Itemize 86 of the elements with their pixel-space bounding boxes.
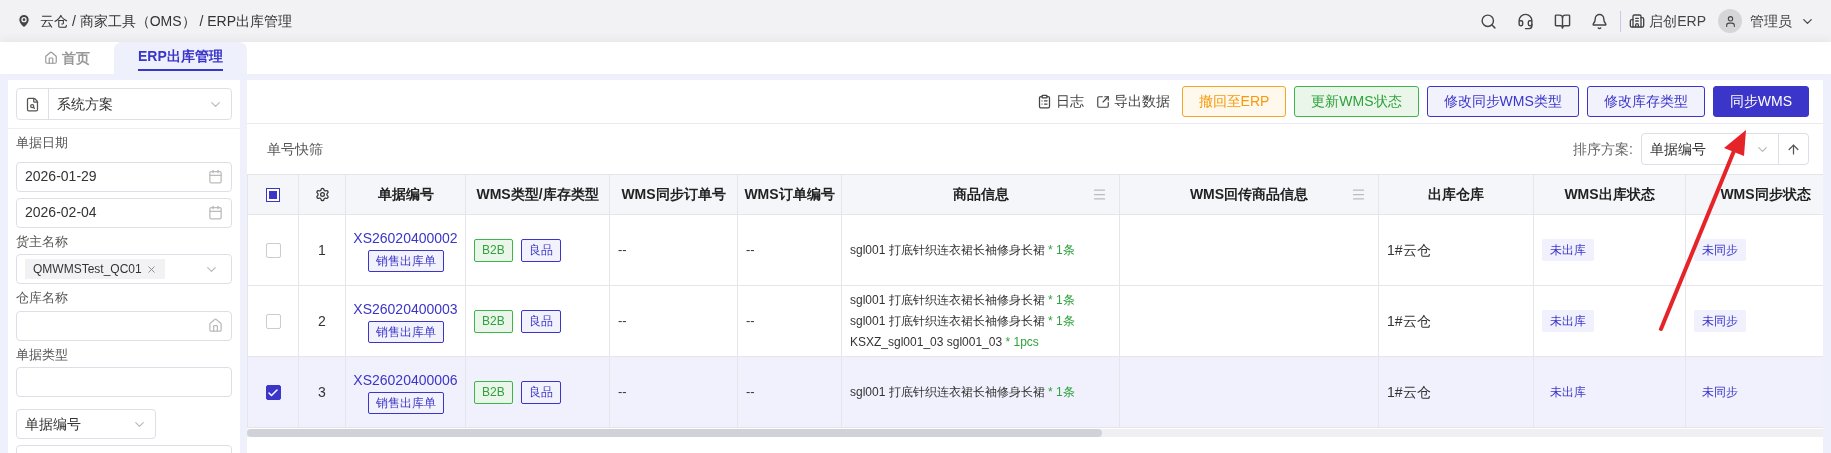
export-link[interactable]: 导出数据: [1095, 91, 1170, 112]
status-tag: 未同步: [1694, 239, 1746, 262]
row-index: 3: [318, 383, 326, 400]
table-cell: 1#云仓: [1387, 241, 1431, 258]
order-link[interactable]: XS26020400003: [353, 299, 458, 320]
status-tag: 未出库: [1542, 239, 1594, 262]
column-header: 出库仓库: [1428, 185, 1484, 204]
table-cell: --: [618, 384, 627, 400]
home-icon: [44, 51, 58, 65]
column-header: 商品信息: [952, 185, 1009, 204]
row-checkbox[interactable]: [265, 385, 281, 401]
order-type-tag: 销售出库单: [367, 250, 444, 272]
tab[interactable]: ERP出库管理: [114, 42, 247, 74]
order-link[interactable]: XS26020400006: [353, 370, 458, 391]
scrollbar[interactable]: [247, 429, 1102, 437]
breadcrumb: 云仓 / 商家工具（OMS） / ERP出库管理: [40, 11, 292, 31]
scheme-select[interactable]: 系统方案: [16, 88, 232, 120]
order-type-tag: 销售出库单: [367, 392, 444, 414]
field-label: 货主名称: [16, 232, 69, 251]
warehouse-field[interactable]: [16, 310, 232, 341]
avatar[interactable]: [1718, 9, 1742, 33]
stock-type-tag: 良品: [520, 309, 561, 333]
warehouse-icon: [208, 318, 223, 333]
company-name[interactable]: 启创ERP: [1649, 10, 1706, 32]
column-header: WMS同步订单号: [621, 185, 726, 204]
scheme-icon: [25, 96, 40, 112]
search-icon[interactable]: [1480, 12, 1498, 30]
status-tag: 未同步: [1694, 381, 1746, 404]
status-tag: 未出库: [1542, 310, 1594, 333]
column-header: 单据编号: [377, 185, 434, 204]
building-icon: [1629, 13, 1646, 29]
date-field[interactable]: 2026-02-04: [16, 197, 232, 228]
owner-select[interactable]: QMWMSTest_QC01: [16, 254, 232, 284]
text-field[interactable]: [16, 367, 232, 397]
toolbar-button[interactable]: 修改库存类型: [1586, 86, 1705, 117]
wms-type-tag: B2B: [474, 309, 513, 333]
goods-line: KSXZ_sgl001_03 sgl001_03 * 1pcs: [850, 334, 1040, 351]
clipboard-icon: [1036, 94, 1052, 109]
log-link[interactable]: 日志: [1036, 91, 1084, 112]
remove-icon[interactable]: [145, 263, 157, 275]
book-icon[interactable]: [1554, 12, 1572, 30]
field-label: 单据日期: [16, 134, 69, 152]
field-label: 仓库名称: [16, 289, 69, 307]
export-icon: [1095, 94, 1110, 109]
stock-type-tag: 良品: [520, 238, 561, 262]
column-header: WMS订单编号: [744, 185, 835, 204]
column-header: WMS回传商品信息: [1189, 185, 1309, 204]
field-select[interactable]: 单据编号: [16, 409, 156, 439]
calendar-icon: [208, 205, 223, 220]
status-tag: 未出库: [1542, 381, 1594, 404]
goods-line: sgl001 打底针织连衣裙长袖修身长裙 * 1条: [850, 313, 1076, 330]
column-header: WMS同步状态: [1720, 185, 1811, 204]
table-cell: --: [746, 242, 755, 258]
field-label: 单据类型: [16, 345, 69, 364]
stock-type-tag: 良品: [520, 380, 561, 404]
wms-type-tag: B2B: [474, 238, 513, 262]
column-header: WMS类型/库存类型: [476, 185, 599, 204]
toolbar-button[interactable]: 修改同步WMS类型: [1426, 86, 1579, 117]
order-link[interactable]: XS26020400002: [353, 228, 458, 249]
settings-icon[interactable]: [314, 187, 330, 202]
order-type-tag: 销售出库单: [367, 321, 444, 343]
owner-tag: QMWMSTest_QC01: [25, 259, 165, 279]
select-all-checkbox[interactable]: [266, 187, 280, 202]
row-index: 1: [318, 241, 326, 258]
table-cell: --: [746, 313, 755, 329]
table-cell: --: [746, 384, 755, 400]
date-field[interactable]: 2026-01-29: [16, 161, 232, 192]
table-cell: --: [618, 313, 627, 329]
row-index: 2: [318, 312, 326, 329]
table-cell: 1#云仓: [1387, 383, 1431, 400]
toolbar-button[interactable]: 同步WMS: [1712, 86, 1809, 117]
calendar-icon: [208, 169, 223, 184]
table-cell: 1#云仓: [1387, 312, 1431, 329]
status-tag: 未同步: [1694, 310, 1746, 333]
goods-line: sgl001 打底针织连衣裙长袖修身长裙 * 1条: [850, 384, 1076, 401]
goods-line: sgl001 打底针织连衣裙长袖修身长裙 * 1条: [850, 242, 1076, 259]
table-cell: --: [618, 242, 627, 258]
sort-label: 排序方案:: [1573, 139, 1633, 159]
column-header: WMS出库状态: [1564, 185, 1655, 204]
goods-line: sgl001 打底针织连衣裙长袖修身长裙 * 1条: [850, 292, 1076, 309]
wms-type-tag: B2B: [474, 380, 513, 404]
user-name[interactable]: 管理员: [1750, 10, 1792, 32]
bell-icon[interactable]: [1591, 12, 1609, 30]
headset-icon[interactable]: [1517, 12, 1535, 30]
quick-filter-label: 单号快筛: [267, 139, 323, 159]
location-icon: [16, 13, 32, 29]
